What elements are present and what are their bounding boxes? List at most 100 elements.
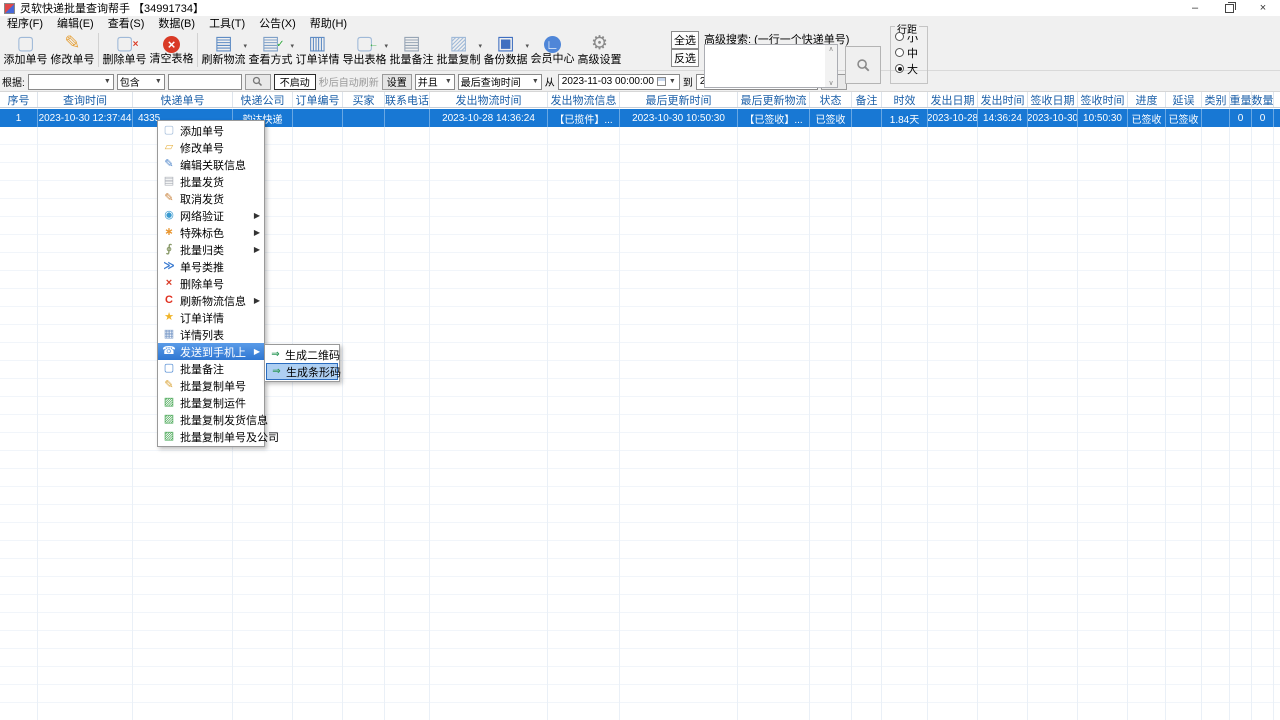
- menubar-item-7[interactable]: 帮助(H): [303, 16, 354, 30]
- scroll-up-icon[interactable]: ∧: [828, 45, 833, 53]
- menubar-item-4[interactable]: 数据(B): [151, 16, 202, 30]
- submenu-item[interactable]: ⇒生成条形码: [266, 363, 338, 380]
- batch-note-button[interactable]: ▤批量备注: [388, 31, 435, 69]
- advanced-search-input[interactable]: [704, 44, 838, 88]
- table-cell: 0: [1230, 109, 1252, 127]
- column-header-16[interactable]: 发出时间: [978, 92, 1028, 107]
- context-menu-item[interactable]: ✎编辑关联信息: [158, 156, 264, 173]
- context-menu-item[interactable]: ▦详情列表: [158, 326, 264, 343]
- column-header-9[interactable]: 发出物流信息: [548, 92, 620, 107]
- context-menu-item[interactable]: ▢批量备注: [158, 360, 264, 377]
- context-menu-item[interactable]: ∗特殊标色▶: [158, 224, 264, 241]
- from-datetime-picker[interactable]: 2023-11-03 00:00:00▼: [558, 74, 680, 90]
- column-header-5[interactable]: 订单编号: [293, 92, 343, 107]
- line-spacing-option-大[interactable]: 大: [895, 62, 927, 75]
- context-menu-item-label: 订单详情: [180, 310, 224, 326]
- restore-button[interactable]: [1212, 0, 1246, 16]
- column-header-2[interactable]: 查询时间: [38, 92, 133, 107]
- filter-field-select[interactable]: ▼: [28, 74, 114, 90]
- context-menu-item[interactable]: ▨批量复制运件: [158, 394, 264, 411]
- export-table-button[interactable]: ▢←▾导出表格: [341, 31, 388, 69]
- column-header-7[interactable]: 联系电话: [385, 92, 430, 107]
- grid-column: [738, 127, 810, 720]
- menubar-item-1[interactable]: 程序(F): [0, 16, 50, 30]
- refresh-settings-button[interactable]: 设置: [382, 74, 412, 90]
- folder-icon: ▱: [162, 139, 176, 156]
- context-menu-item[interactable]: ✎批量复制单号: [158, 377, 264, 394]
- clear-table-button[interactable]: ×清空表格: [148, 31, 195, 69]
- column-header-17[interactable]: 签收日期: [1028, 92, 1078, 107]
- column-header-1[interactable]: 序号: [0, 92, 38, 107]
- auto-refresh-toggle-button[interactable]: 不启动: [274, 74, 316, 90]
- column-header-18[interactable]: 签收时间: [1078, 92, 1128, 107]
- context-menu-item[interactable]: ◉网络验证▶: [158, 207, 264, 224]
- menubar-item-6[interactable]: 公告(X): [252, 16, 303, 30]
- select-all-button[interactable]: 全选: [671, 31, 699, 49]
- context-menu-item[interactable]: ✎取消发货: [158, 190, 264, 207]
- column-header-24[interactable]: 更新: [1274, 92, 1280, 107]
- column-header-22[interactable]: 重量: [1230, 92, 1252, 107]
- modify-number-button[interactable]: ✎修改单号: [49, 31, 96, 69]
- grid-column: [1128, 127, 1166, 720]
- submenu-item[interactable]: ⇒生成二维码: [266, 346, 338, 363]
- radio-icon[interactable]: [895, 32, 904, 41]
- refresh-logistics-button[interactable]: ▤▾刷新物流: [200, 31, 247, 69]
- advanced-search-scrollbar[interactable]: ∧ ∨: [825, 45, 837, 87]
- advanced-settings-button[interactable]: ⚙高级设置: [576, 31, 623, 69]
- column-header-10[interactable]: 最后更新时间: [620, 92, 738, 107]
- advanced-search-button[interactable]: [845, 46, 881, 84]
- grid-column: [548, 127, 620, 720]
- menubar-item-5[interactable]: 工具(T): [202, 16, 252, 30]
- column-header-12[interactable]: 状态: [810, 92, 852, 107]
- column-header-3[interactable]: 快递单号: [133, 92, 233, 107]
- delete-number-button[interactable]: ▢×删除单号: [101, 31, 148, 69]
- column-header-6[interactable]: 买家: [343, 92, 385, 107]
- column-header-15[interactable]: 发出日期: [928, 92, 978, 107]
- order-details-button[interactable]: ▥订单详情: [294, 31, 341, 69]
- filter-search-button[interactable]: [245, 74, 271, 90]
- add-number-button[interactable]: ▢添加单号: [2, 31, 49, 69]
- filter-logic-select[interactable]: 并且▼: [415, 74, 455, 90]
- filter-keyword-input[interactable]: [168, 74, 242, 90]
- close-button[interactable]: ×: [1246, 0, 1280, 16]
- invert-select-button[interactable]: 反选: [671, 49, 699, 67]
- column-header-19[interactable]: 进度: [1128, 92, 1166, 107]
- minimize-button[interactable]: –: [1178, 0, 1212, 16]
- context-menu-item[interactable]: ×删除单号: [158, 275, 264, 292]
- time-field-select[interactable]: 最后查询时间▼: [458, 74, 542, 90]
- context-menu-item[interactable]: ★订单详情: [158, 309, 264, 326]
- context-menu-item[interactable]: ≫单号类推: [158, 258, 264, 275]
- toolbar-button-label: 订单详情: [296, 54, 340, 66]
- column-header-8[interactable]: 发出物流时间: [430, 92, 548, 107]
- view-mode-button[interactable]: ▤✓▾查看方式: [247, 31, 294, 69]
- submenu-arrow-icon: ▶: [254, 347, 260, 356]
- table-cell: 【已签收】...: [738, 109, 810, 127]
- radio-icon[interactable]: [895, 48, 904, 57]
- context-menu-item[interactable]: C刷新物流信息▶: [158, 292, 264, 309]
- column-header-20[interactable]: 延误: [1166, 92, 1202, 107]
- column-header-11[interactable]: 最后更新物流: [738, 92, 810, 107]
- line-spacing-option-中[interactable]: 中: [895, 46, 927, 59]
- member-center-button[interactable]: ∟会员中心: [529, 31, 576, 69]
- context-menu-item[interactable]: ▢添加单号: [158, 122, 264, 139]
- context-menu-item[interactable]: ☎发送到手机上▶: [158, 343, 264, 360]
- scroll-down-icon[interactable]: ∨: [828, 79, 833, 87]
- context-menu-item[interactable]: ▨批量复制发货信息: [158, 411, 264, 428]
- filter-match-select[interactable]: 包含▼: [117, 74, 165, 90]
- backup-data-button[interactable]: ▣▾备份数据: [482, 31, 529, 69]
- column-header-4[interactable]: 快递公司: [233, 92, 293, 107]
- column-header-13[interactable]: 备注: [852, 92, 882, 107]
- menubar-item-2[interactable]: 编辑(E): [50, 16, 101, 30]
- context-menu-item[interactable]: ▨批量复制单号及公司: [158, 428, 264, 445]
- context-menu-item[interactable]: ▱修改单号: [158, 139, 264, 156]
- filter-match-value: 包含: [120, 74, 140, 89]
- column-header-21[interactable]: 类别: [1202, 92, 1230, 107]
- minimize-icon: –: [1192, 2, 1198, 14]
- context-menu-item[interactable]: ∮批量归类▶: [158, 241, 264, 258]
- radio-icon[interactable]: [895, 64, 904, 73]
- batch-copy-button[interactable]: ▨▾批量复制: [435, 31, 482, 69]
- column-header-23[interactable]: 数量: [1252, 92, 1274, 107]
- column-header-14[interactable]: 时效: [882, 92, 928, 107]
- menubar-item-3[interactable]: 查看(S): [101, 16, 152, 30]
- context-menu-item[interactable]: ▤批量发货: [158, 173, 264, 190]
